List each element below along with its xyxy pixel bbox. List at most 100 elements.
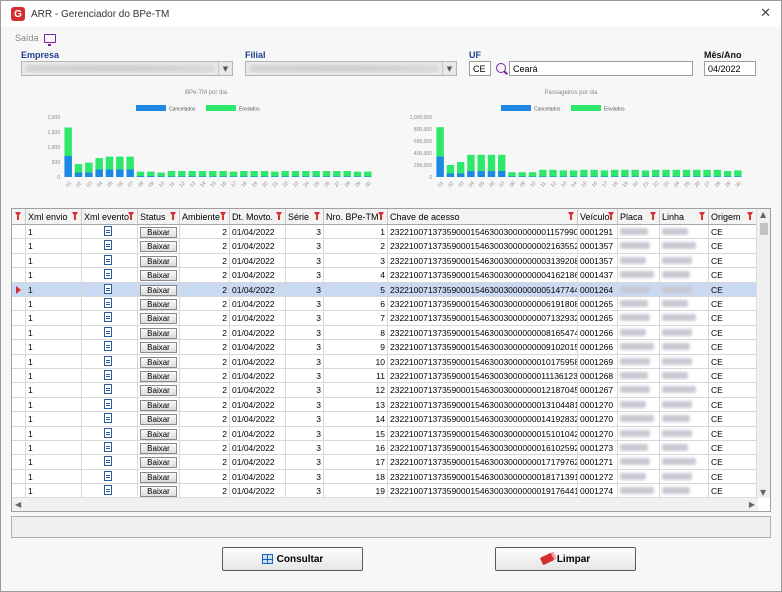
cell-xml-evento[interactable]: [82, 282, 138, 297]
baixar-button[interactable]: Baixar: [140, 327, 177, 339]
table-row[interactable]: 1 Baixar 2 01/04/2022 3 16 2322100713735900015…: [12, 441, 757, 456]
document-icon[interactable]: [104, 442, 112, 452]
header-nro-bpe[interactable]: Nro. BPe-TM: [324, 209, 388, 225]
header-dt-movto[interactable]: Dt. Movto.: [230, 209, 286, 225]
search-icon[interactable]: [496, 63, 506, 73]
table-row[interactable]: 1 Baixar 2 01/04/2022 3 18 2322100713735900015…: [12, 469, 757, 485]
uf-code-input[interactable]: CE: [469, 61, 491, 76]
cell-xml-evento[interactable]: [82, 268, 138, 283]
document-icon[interactable]: [104, 283, 112, 294]
table-row[interactable]: 1 Baixar 2 01/04/2022 3 15 2322100713735900015…: [12, 426, 757, 441]
cell-xml-evento[interactable]: [82, 383, 138, 398]
table-row[interactable]: 1 Baixar 2 01/04/2022 3 10 2322100713735900015…: [12, 354, 757, 369]
baixar-button[interactable]: Baixar: [140, 443, 177, 454]
cell-xml-evento[interactable]: [82, 354, 138, 369]
limpar-button[interactable]: Limpar: [495, 547, 636, 571]
header-status[interactable]: Status: [138, 209, 180, 225]
cell-xml-evento[interactable]: [82, 397, 138, 413]
table-row[interactable]: 1 Baixar 2 01/04/2022 3 1 23221007137359000154…: [12, 225, 757, 240]
document-icon[interactable]: [104, 269, 112, 280]
monitor-icon[interactable]: [43, 33, 56, 46]
scroll-up-icon[interactable]: ▲: [760, 210, 766, 219]
chevron-down-icon[interactable]: ▼: [442, 62, 456, 75]
baixar-button[interactable]: Baixar: [140, 299, 177, 310]
scroll-down-icon[interactable]: ▼: [760, 488, 766, 497]
cell-xml-evento[interactable]: [82, 426, 138, 441]
table-row[interactable]: 1 Baixar 2 01/04/2022 3 4 23221007137359000154…: [12, 268, 757, 283]
header-ambiente[interactable]: Ambiente: [180, 209, 230, 225]
close-icon[interactable]: ✕: [760, 6, 771, 21]
cell-xml-evento[interactable]: [82, 325, 138, 341]
filial-combo[interactable]: ▼: [245, 61, 457, 76]
filter-icon[interactable]: [608, 212, 614, 220]
baixar-button[interactable]: Baixar: [140, 428, 177, 440]
cell-xml-evento[interactable]: [82, 369, 138, 384]
table-row[interactable]: 1 Baixar 2 01/04/2022 3 7 23221007137359000154…: [12, 311, 757, 326]
table-row[interactable]: 1 Baixar 2 01/04/2022 3 6 23221007137359000154…: [12, 297, 757, 312]
table-row[interactable]: 1 Baixar 2 01/04/2022 3 3 23221007137359000154…: [12, 253, 757, 269]
horizontal-scrollbar[interactable]: ◀ ▶: [12, 497, 758, 511]
baixar-button[interactable]: Baixar: [140, 227, 177, 238]
table-row[interactable]: 1 Baixar 2 01/04/2022 3 17 2322100713735900015…: [12, 455, 757, 470]
baixar-button[interactable]: Baixar: [140, 385, 177, 397]
document-icon[interactable]: [104, 341, 112, 352]
scroll-thumb-vertical[interactable]: [760, 223, 768, 235]
sort-indicator-icon[interactable]: [15, 212, 21, 220]
filter-icon[interactable]: [128, 212, 134, 220]
baixar-button[interactable]: Baixar: [140, 241, 177, 253]
baixar-button[interactable]: Baixar: [140, 457, 177, 469]
table-row[interactable]: 1 Baixar 2 01/04/2022 3 5 23221007137359000154…: [12, 282, 757, 297]
filter-icon[interactable]: [747, 212, 753, 220]
filter-icon[interactable]: [699, 212, 705, 220]
document-icon[interactable]: [104, 456, 112, 467]
filter-icon[interactable]: [170, 212, 176, 220]
document-icon[interactable]: [104, 298, 112, 308]
baixar-button[interactable]: Baixar: [140, 399, 177, 411]
header-linha[interactable]: Linha: [660, 209, 709, 225]
scroll-left-icon[interactable]: ◀: [15, 500, 21, 509]
cell-xml-evento[interactable]: [82, 225, 138, 240]
baixar-button[interactable]: Baixar: [140, 342, 177, 354]
header-xml-evento[interactable]: Xml evento: [82, 209, 138, 225]
table-row[interactable]: 1 Baixar 2 01/04/2022 3 13 2322100713735900015…: [12, 397, 757, 413]
table-row[interactable]: 1 Baixar 2 01/04/2022 3 12 2322100713735900015…: [12, 383, 757, 398]
header-xml-envio[interactable]: Xml envio: [26, 209, 82, 225]
baixar-button[interactable]: Baixar: [140, 284, 177, 296]
document-icon[interactable]: [104, 398, 112, 409]
filter-icon[interactable]: [568, 212, 574, 220]
cell-xml-evento[interactable]: [82, 441, 138, 456]
document-icon[interactable]: [104, 485, 112, 496]
header-serie[interactable]: Série: [286, 209, 324, 225]
header-origem[interactable]: Origem: [709, 209, 757, 225]
empresa-combo[interactable]: ▼: [21, 61, 233, 76]
baixar-button[interactable]: Baixar: [140, 471, 177, 483]
baixar-button[interactable]: Baixar: [140, 486, 177, 498]
vertical-scrollbar[interactable]: ▲ ▼: [756, 209, 770, 498]
baixar-button[interactable]: Baixar: [140, 270, 177, 282]
cell-xml-evento[interactable]: [82, 253, 138, 269]
menu-item-saida[interactable]: Saída: [15, 33, 39, 43]
uf-name-input[interactable]: Ceará: [509, 61, 693, 76]
cell-xml-evento[interactable]: [82, 311, 138, 326]
document-icon[interactable]: [104, 326, 112, 337]
baixar-button[interactable]: Baixar: [140, 371, 177, 382]
header-chave[interactable]: Chave de acesso: [388, 209, 578, 225]
document-icon[interactable]: [104, 470, 112, 481]
document-icon[interactable]: [104, 355, 112, 366]
cell-xml-evento[interactable]: [82, 469, 138, 485]
cell-xml-evento[interactable]: [82, 412, 138, 427]
document-icon[interactable]: [104, 427, 112, 438]
cell-xml-evento[interactable]: [82, 297, 138, 312]
filter-icon[interactable]: [314, 212, 320, 220]
table-row[interactable]: 1 Baixar 2 01/04/2022 3 14 2322100713735900015…: [12, 412, 757, 427]
filter-icon[interactable]: [72, 212, 78, 220]
mes-ano-input[interactable]: 04/2022: [704, 61, 756, 76]
bpe-grid[interactable]: Xml envio Xml evento Status Ambiente Dt. Mov…: [11, 208, 771, 512]
document-icon[interactable]: [104, 254, 112, 265]
baixar-button[interactable]: Baixar: [140, 255, 177, 267]
baixar-button[interactable]: Baixar: [140, 313, 177, 325]
filter-icon[interactable]: [378, 212, 384, 220]
chevron-down-icon[interactable]: ▼: [218, 62, 232, 75]
document-icon[interactable]: [104, 240, 112, 251]
document-icon[interactable]: [104, 312, 112, 323]
